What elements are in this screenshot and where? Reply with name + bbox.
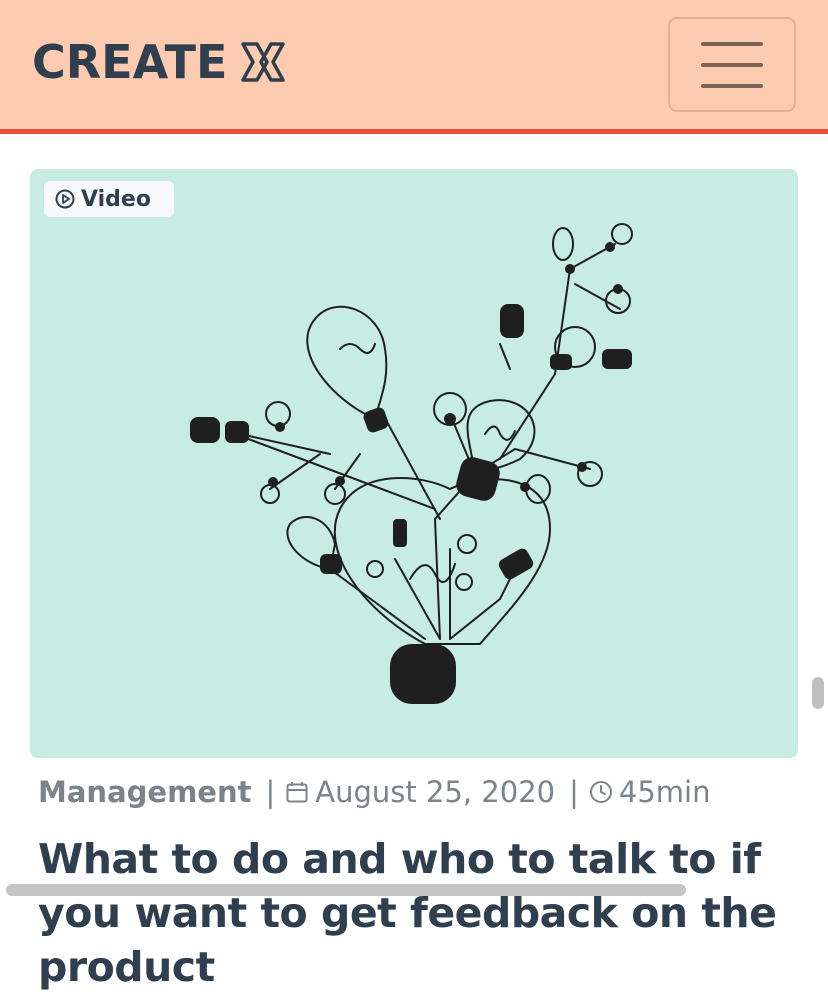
hamburger-menu-icon (701, 41, 763, 46)
hamburger-menu-icon-line (701, 62, 763, 67)
meta-separator: | (265, 775, 276, 809)
site-header: CREATE (0, 0, 828, 129)
calendar-icon (286, 782, 308, 803)
publish-date: August 25, 2020 (315, 775, 556, 809)
article-meta: Management | August 25, 2020 | 45min (38, 770, 710, 814)
light-bulb-illustration (190, 223, 633, 704)
clock-icon (589, 781, 612, 803)
category-link[interactable]: Management (38, 775, 251, 809)
duration: 45min (618, 775, 711, 809)
article-title[interactable]: What to do and who to talk to if you wan… (38, 832, 808, 994)
create-x-logo-mark-icon (241, 42, 286, 82)
header-accent-border (0, 129, 828, 134)
vertical-scrollbar[interactable] (812, 677, 824, 709)
video-badge: Video (44, 181, 174, 217)
menu-button[interactable] (668, 17, 796, 112)
play-circle-icon (55, 189, 75, 209)
horizontal-scrollbar[interactable] (6, 884, 686, 896)
logo-text: CREATE (32, 35, 228, 89)
video-badge-label: Video (81, 186, 151, 212)
hamburger-menu-icon-line (701, 83, 763, 88)
meta-separator: | (569, 775, 579, 809)
site-logo[interactable]: CREATE (32, 34, 287, 90)
article-thumbnail[interactable]: Video (30, 169, 798, 758)
